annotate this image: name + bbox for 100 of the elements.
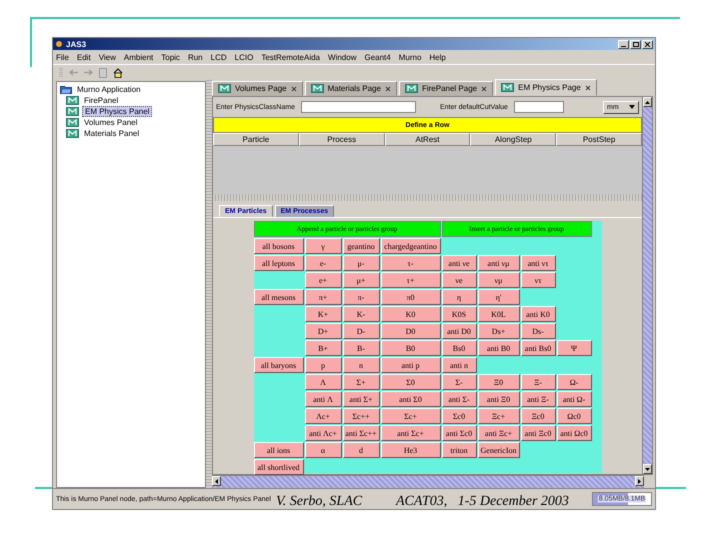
page-tab[interactable]: EM Physics Page bbox=[495, 79, 597, 96]
menu-item[interactable]: TestRemoteAida bbox=[261, 52, 320, 62]
class-name-field[interactable] bbox=[300, 101, 416, 113]
species-key[interactable]: B- bbox=[342, 340, 380, 356]
species-key[interactable]: γ bbox=[304, 238, 342, 254]
minimize-button[interactable] bbox=[618, 40, 629, 48]
species-key[interactable]: Ξ0 bbox=[478, 374, 520, 390]
species-key[interactable]: Bs0 bbox=[442, 340, 476, 356]
species-key[interactable]: τ+ bbox=[380, 272, 440, 288]
species-key[interactable]: μ- bbox=[342, 255, 380, 271]
species-key[interactable]: νμ bbox=[478, 272, 520, 288]
species-key[interactable]: B0 bbox=[380, 340, 440, 356]
species-key[interactable]: d bbox=[342, 442, 380, 458]
species-key[interactable]: chargedgeantino bbox=[380, 238, 440, 254]
close-icon[interactable] bbox=[481, 86, 488, 92]
species-key[interactable]: p bbox=[304, 357, 342, 373]
species-key[interactable]: anti Ω- bbox=[556, 391, 592, 407]
menu-item[interactable]: Help bbox=[429, 52, 446, 62]
species-key[interactable]: π0 bbox=[380, 289, 440, 305]
species-key[interactable]: anti Ξ0 bbox=[478, 391, 520, 407]
up-arrow-icon[interactable] bbox=[645, 100, 650, 104]
species-key[interactable]: ντ bbox=[520, 272, 556, 288]
menu-item[interactable]: View bbox=[98, 52, 116, 62]
species-key[interactable]: e- bbox=[304, 255, 342, 271]
splitter-handle[interactable] bbox=[213, 194, 642, 201]
species-key[interactable]: Σ0 bbox=[380, 374, 440, 390]
species-key[interactable]: K- bbox=[342, 306, 380, 322]
page-tab[interactable]: Volumes Page bbox=[212, 81, 303, 96]
page-tab[interactable]: Materials Page bbox=[304, 81, 397, 96]
close-button[interactable] bbox=[642, 40, 653, 48]
particle-group-button[interactable]: all leptons bbox=[254, 255, 304, 271]
maximize-button[interactable] bbox=[630, 40, 641, 48]
menu-item[interactable]: File bbox=[56, 52, 69, 62]
species-key[interactable]: anti νμ bbox=[478, 255, 520, 271]
species-key[interactable]: K0S bbox=[442, 306, 476, 322]
species-key[interactable]: Ξc0 bbox=[520, 408, 556, 424]
species-key[interactable]: anti Σ+ bbox=[342, 391, 380, 407]
species-key[interactable]: anti Σ- bbox=[442, 391, 476, 407]
species-key[interactable]: anti Σc0 bbox=[442, 425, 476, 441]
species-key[interactable]: anti Ξ- bbox=[520, 391, 556, 407]
species-key[interactable]: anti n bbox=[442, 357, 476, 373]
species-key[interactable]: Σc++ bbox=[342, 408, 380, 424]
species-key[interactable]: anti Σc++ bbox=[342, 425, 380, 441]
species-key[interactable]: anti p bbox=[380, 357, 440, 373]
tree-item[interactable]: FirePanel bbox=[82, 96, 120, 105]
cut-value-field[interactable] bbox=[514, 101, 564, 113]
species-key[interactable]: anti B0 bbox=[478, 340, 520, 356]
close-icon[interactable] bbox=[584, 84, 591, 90]
species-key[interactable]: Ψ bbox=[556, 340, 592, 356]
down-arrow-icon[interactable] bbox=[645, 468, 650, 470]
species-key[interactable]: D+ bbox=[304, 323, 342, 339]
species-key[interactable]: D0 bbox=[380, 323, 440, 339]
species-key[interactable]: α bbox=[304, 442, 342, 458]
species-key[interactable]: Σ+ bbox=[342, 374, 380, 390]
species-key[interactable]: anti K0 bbox=[520, 306, 556, 322]
particle-group-button[interactable]: all ions bbox=[254, 442, 304, 458]
tree-item[interactable]: Materials Panel bbox=[82, 129, 142, 138]
species-key[interactable]: anti Ωc0 bbox=[556, 425, 592, 441]
species-key[interactable]: Ωc0 bbox=[556, 408, 592, 424]
close-icon[interactable] bbox=[290, 86, 297, 92]
species-key[interactable]: n bbox=[342, 357, 380, 373]
species-key[interactable]: anti Λc+ bbox=[304, 425, 342, 441]
species-key[interactable]: triton bbox=[442, 442, 476, 458]
species-key[interactable]: Ds- bbox=[520, 323, 556, 339]
menu-item[interactable]: Run bbox=[188, 52, 203, 62]
home-icon[interactable] bbox=[113, 68, 123, 78]
species-key[interactable]: B+ bbox=[304, 340, 342, 356]
species-key[interactable]: e+ bbox=[304, 272, 342, 288]
species-key[interactable]: K+ bbox=[304, 306, 342, 322]
menu-item[interactable]: Window bbox=[328, 52, 356, 62]
species-key[interactable]: Σ- bbox=[442, 374, 476, 390]
left-arrow-icon[interactable] bbox=[215, 478, 218, 484]
species-key[interactable]: Ξc+ bbox=[478, 408, 520, 424]
species-key[interactable]: anti νe bbox=[442, 255, 476, 271]
column-header[interactable]: Process bbox=[298, 133, 385, 146]
column-header[interactable]: Particle bbox=[213, 133, 299, 146]
species-key[interactable]: τ- bbox=[380, 255, 440, 271]
menu-item[interactable]: Geant4 bbox=[364, 52, 391, 62]
column-header[interactable]: AlongStep bbox=[470, 133, 556, 146]
particle-group-button[interactable]: all baryons bbox=[254, 357, 304, 373]
tree-item[interactable]: Volumes Panel bbox=[82, 118, 140, 127]
menu-item[interactable]: LCD bbox=[210, 52, 227, 62]
species-key[interactable]: Σc0 bbox=[442, 408, 476, 424]
species-key[interactable]: anti ντ bbox=[520, 255, 556, 271]
species-key[interactable]: He3 bbox=[380, 442, 440, 458]
species-key[interactable]: Ω- bbox=[556, 374, 592, 390]
species-key[interactable]: μ+ bbox=[342, 272, 380, 288]
species-key[interactable]: geantino bbox=[342, 238, 380, 254]
species-key[interactable]: anti Bs0 bbox=[520, 340, 556, 356]
species-key[interactable]: π+ bbox=[304, 289, 342, 305]
species-key[interactable]: Λc+ bbox=[304, 408, 342, 424]
species-key[interactable]: η bbox=[442, 289, 476, 305]
particle-group-button[interactable]: all mesons bbox=[254, 289, 304, 305]
folder-icon[interactable] bbox=[60, 85, 72, 94]
vertical-scrollbar[interactable] bbox=[642, 97, 652, 474]
menu-item[interactable]: Murno bbox=[398, 52, 422, 62]
species-key[interactable]: anti Ξc+ bbox=[478, 425, 520, 441]
species-key[interactable]: anti Λ bbox=[304, 391, 342, 407]
species-key[interactable]: K0 bbox=[380, 306, 440, 322]
species-key[interactable]: K0L bbox=[478, 306, 520, 322]
